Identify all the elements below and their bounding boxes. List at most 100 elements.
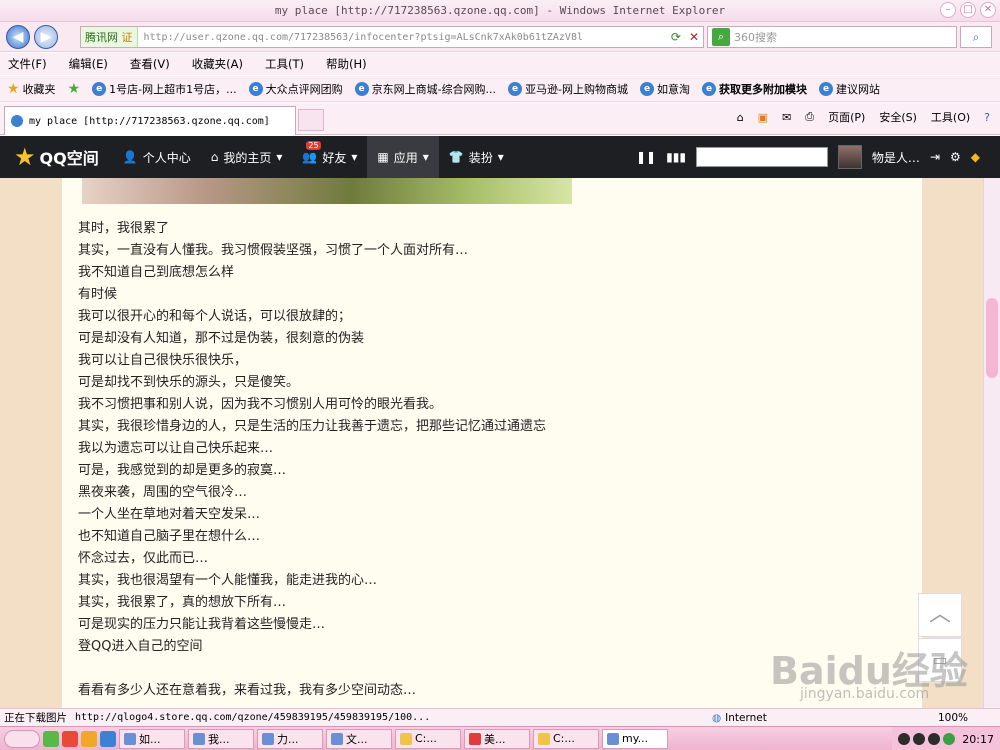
text-line: 我不知道自己到底想怎么样 [78, 265, 235, 280]
refresh-icon[interactable]: ⟳ [667, 30, 685, 44]
favorite-link[interactable]: e 京东网上商城-综合网购... [352, 81, 499, 97]
taskbar-button[interactable]: C:... [395, 728, 461, 749]
taskbar-button[interactable]: 美... [464, 728, 530, 749]
nav-my-homepage[interactable]: ⌂ 我的主页 ▾ [201, 136, 293, 178]
menu-edit[interactable]: 编辑(E) [69, 56, 108, 72]
taskbar-button[interactable]: C:... [533, 728, 599, 749]
shield-icon[interactable] [943, 733, 956, 745]
mail-icon[interactable]: ✉ [782, 111, 791, 124]
start-button[interactable] [4, 729, 40, 748]
tools-menu[interactable]: 工具(O) [931, 109, 970, 125]
ie-page-icon [11, 115, 23, 127]
add-favorite-button[interactable]: ★ [65, 81, 84, 97]
star-icon: ★ [7, 80, 20, 97]
page-menu[interactable]: 页面(P) [828, 109, 865, 125]
add-star-icon: ★ [67, 80, 81, 97]
ie-page-icon: e [354, 81, 369, 96]
system-tray: 20:17 [892, 727, 1000, 750]
stop-icon[interactable]: ✕ [685, 30, 703, 44]
address-url[interactable]: http://user.qzone.qq.com/717238563/infoc… [138, 32, 667, 43]
vertical-scrollbar[interactable] [983, 178, 1000, 708]
nav-personal-center[interactable]: 👤 个人中心 [113, 136, 201, 178]
site-identity-badge[interactable]: 腾讯网 证 [81, 27, 138, 47]
qzone-search-input[interactable] [695, 147, 828, 167]
new-tab-button[interactable] [298, 109, 324, 131]
print-icon[interactable]: ⎙ [805, 110, 814, 124]
quicklaunch-icon[interactable] [81, 730, 97, 747]
taskbar-button[interactable]: my... [602, 728, 668, 749]
folder-icon [538, 732, 550, 745]
status-text: 正在下载图片 [4, 712, 67, 724]
menu-help[interactable]: 帮助(H) [326, 56, 367, 72]
address-field[interactable]: 腾讯网 证 http://user.qzone.qq.com/717238563… [80, 26, 704, 48]
baidu-watermark-site: jingyan.baidu.com [800, 686, 930, 702]
nav-apps[interactable]: ▦ 应用 ▾ [367, 136, 439, 178]
window-title: my place [http://717238563.qzone.qq.com]… [274, 4, 726, 17]
nav-decorate[interactable]: 👕 装扮 ▾ [439, 136, 514, 178]
home-icon[interactable]: ⌂ [737, 111, 744, 124]
safety-menu[interactable]: 安全(S) [879, 109, 917, 125]
taskbar-button[interactable]: 力... [257, 728, 323, 749]
maximize-button[interactable]: □ [960, 2, 976, 18]
text-line: 我可以很开心的和每个人说话，可以很放肆的； [78, 309, 352, 324]
favorite-link[interactable]: e 如意淘 [637, 81, 693, 97]
quicklaunch-icon[interactable] [100, 730, 116, 747]
taskbar-button[interactable]: 我... [188, 728, 254, 749]
home-icon: ⌂ [210, 150, 219, 164]
avatar[interactable] [837, 145, 862, 169]
qq-tray-icon[interactable] [928, 733, 941, 745]
search-input[interactable]: ⌕ 360搜索 [707, 26, 957, 48]
text-line: 也不知道自己脑子里在想什么… [78, 529, 261, 544]
menu-view[interactable]: 查看(V) [130, 56, 170, 72]
text-line: 其时，我很累了 [78, 221, 170, 236]
favorite-link[interactable]: e 获取更多附加模块 [699, 81, 810, 97]
taskbar: 如... 我... 力... 文... C:... 美... C:... my.… [0, 726, 1000, 750]
qq-tray-icon[interactable] [898, 733, 911, 745]
folder-icon [400, 732, 412, 745]
menu-favorites[interactable]: 收藏夹(A) [192, 56, 243, 72]
equalizer-icon[interactable]: ▮▮▮ [666, 150, 686, 164]
qzone-logo[interactable]: ★ QQ空间 [14, 143, 99, 171]
close-window-button[interactable]: ✕ [980, 2, 996, 18]
help-icon[interactable]: ? [984, 111, 990, 124]
vip-diamond-icon[interactable]: ◆ [971, 150, 980, 164]
text-line: 可是却找不到快乐的源头，只是傻笑。 [78, 375, 300, 390]
status-bar: 正在下载图片 http://qlogo4.store.qq.com/qzone/… [0, 708, 1000, 726]
menu-file[interactable]: 文件(F) [8, 56, 47, 72]
user-name[interactable]: 物是人… [872, 149, 920, 166]
favorite-link[interactable]: e 大众点评网团购 [246, 81, 346, 97]
favorites-bar: ★ 收藏夹 ★ e 1号店-网上超市1号店，... e 大众点评网团购 e 京东网上商城… [0, 76, 1000, 102]
quicklaunch-icon[interactable] [43, 730, 59, 747]
friends-badge: 25 [306, 141, 321, 150]
text-line: 我可以让自己很快乐很快乐， [78, 353, 248, 368]
page-background: 其时，我很累了 其实，一直没有人懂我。我习惯假装坚强，习惯了一个人面对所有… 我… [0, 178, 983, 708]
qq-tray-icon[interactable] [913, 733, 926, 745]
chevron-down-icon: ▾ [497, 150, 504, 164]
logout-icon[interactable]: ⇥ [930, 150, 940, 164]
chevron-down-icon: ▾ [276, 150, 283, 164]
back-button[interactable]: ◀ [6, 25, 30, 49]
taskbar-button[interactable]: 文... [326, 728, 392, 749]
app-icon [469, 732, 481, 745]
scrollbar-thumb[interactable] [986, 298, 998, 378]
gear-icon[interactable]: ⚙ [950, 150, 961, 164]
address-toolbar: ◀ ▶ 腾讯网 证 http://user.qzone.qq.com/71723… [0, 22, 1000, 52]
favorites-button[interactable]: ★ 收藏夹 [4, 81, 59, 97]
taskbar-button[interactable]: 如... [119, 728, 185, 749]
quicklaunch-icon[interactable] [62, 730, 78, 747]
favorite-link[interactable]: e 亚马逊-网上购物商城 [505, 81, 631, 97]
minimize-button[interactable]: – [940, 2, 956, 18]
favorite-link[interactable]: e 1号店-网上超市1号店，... [89, 81, 239, 97]
security-zone[interactable]: ◍ Internet [712, 712, 767, 724]
back-to-top-button[interactable]: ︿ [918, 593, 962, 637]
zoom-level[interactable]: 100% [938, 712, 968, 724]
nav-friends[interactable]: 👥 25 好友 ▾ [292, 136, 367, 178]
tab-my-place[interactable]: my place [http://717238563.qzone.qq.com] [4, 106, 296, 135]
favorite-link[interactable]: e 建议网站 [816, 81, 883, 97]
menu-tools[interactable]: 工具(T) [265, 56, 304, 72]
pause-icon[interactable]: ❚❚ [636, 150, 656, 164]
forward-button[interactable]: ▶ [34, 25, 58, 49]
feeds-icon[interactable]: ▣ [758, 111, 768, 124]
search-go-button[interactable]: ⌕ [960, 26, 992, 48]
ie-page-icon: e [819, 81, 834, 96]
